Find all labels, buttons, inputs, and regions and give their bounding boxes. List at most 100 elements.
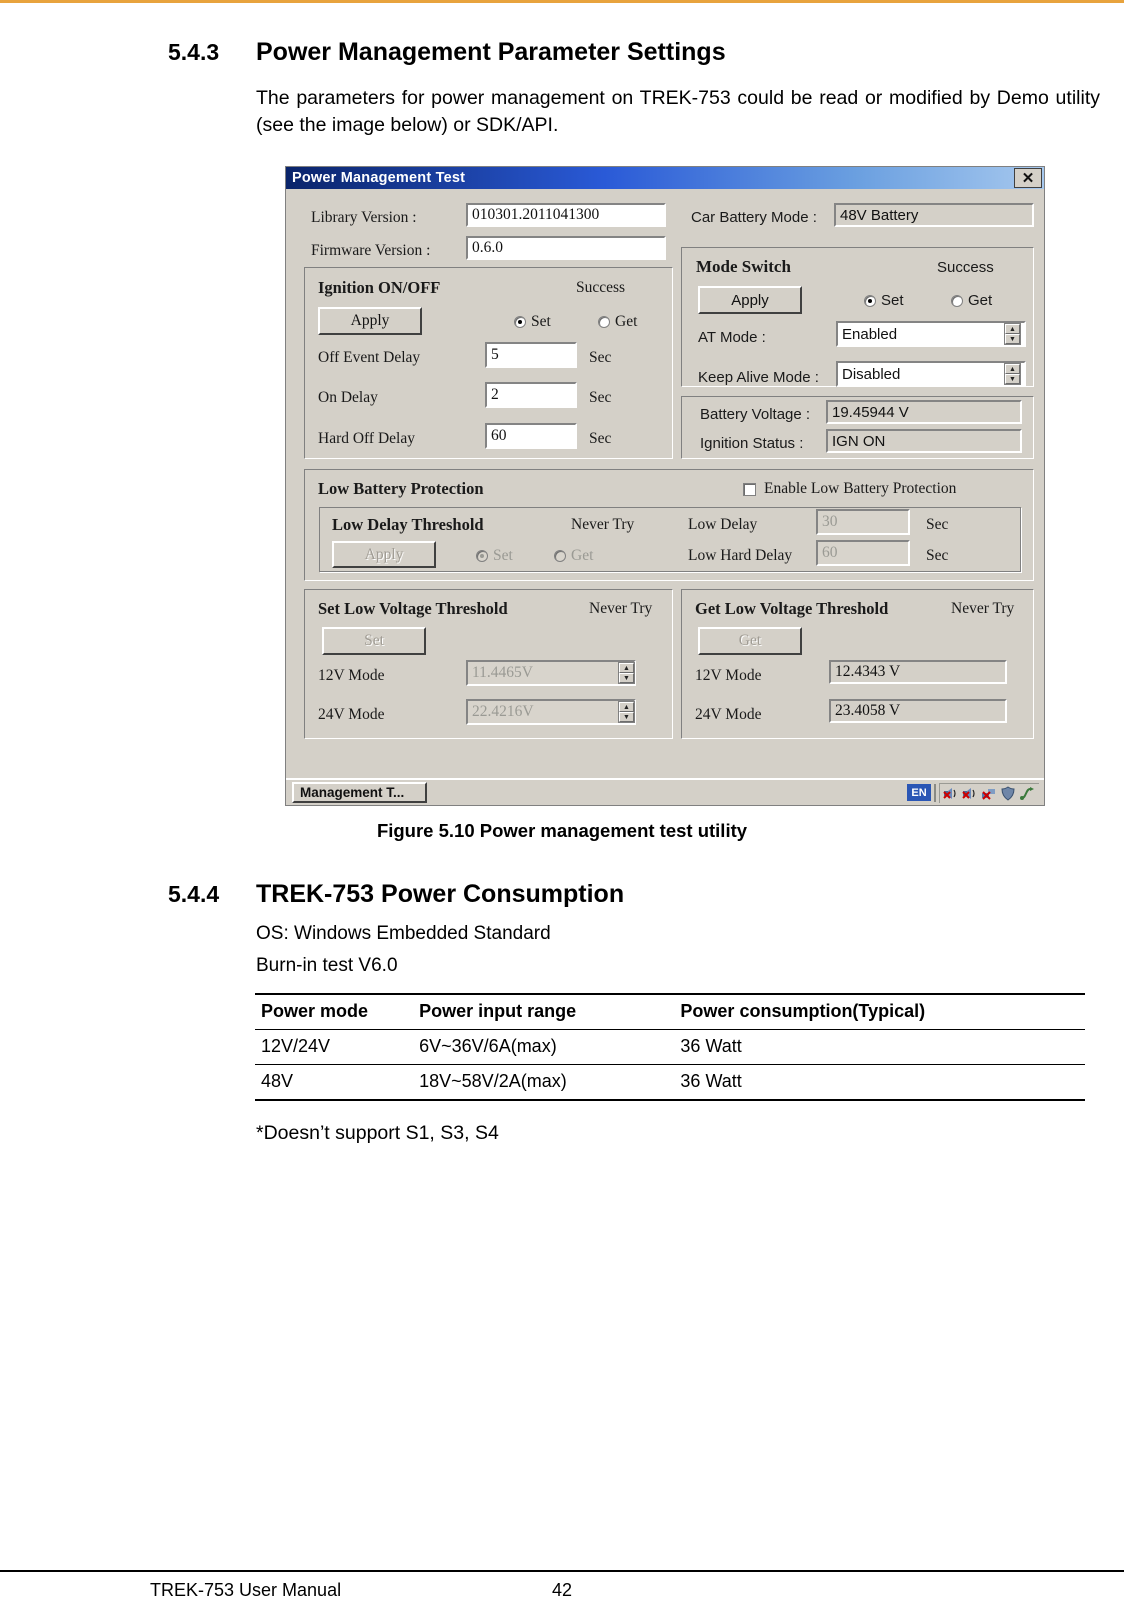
mode-switch-set-label: Set — [881, 292, 904, 309]
section-title-544: TREK-753 Power Consumption — [256, 880, 625, 908]
ignition-status-label: Ignition Status : — [700, 435, 804, 452]
on-delay-label: On Delay — [318, 389, 378, 406]
keep-alive-mode-value[interactable]: Disabled — [836, 361, 1026, 387]
keep-alive-mode-spinner[interactable]: ▲ ▼ — [1004, 363, 1021, 385]
usb-icon[interactable] — [1019, 786, 1036, 801]
ignition-get-radio[interactable]: Get — [598, 313, 637, 331]
window-client-area: Library Version : 010301.2011041300 Firm… — [286, 189, 1044, 805]
power-management-test-window: Power Management Test ✕ Library Version … — [285, 166, 1045, 806]
low-battery-apply-button[interactable]: Apply — [332, 541, 436, 568]
speaker-icon[interactable] — [962, 786, 979, 801]
firmware-version-value[interactable]: 0.6.0 — [466, 236, 666, 260]
get-low-voltage-get-button[interactable]: Get — [698, 627, 802, 655]
set-24v-mode-spinner[interactable]: ▲ ▼ — [618, 701, 635, 723]
enable-low-battery-protection-checkbox[interactable] — [743, 483, 756, 496]
ignition-onoff-title: Ignition ON/OFF — [318, 278, 441, 297]
table-header-row: Power mode Power input range Power consu… — [255, 993, 1085, 1030]
ignition-apply-button[interactable]: Apply — [318, 307, 422, 335]
shield-icon[interactable] — [1000, 785, 1017, 801]
mode-switch-get-radio[interactable]: Get — [951, 292, 992, 309]
footer-rule — [0, 1570, 1124, 1572]
ignition-set-radio[interactable]: Set — [514, 313, 551, 331]
set-low-voltage-set-button[interactable]: Set — [322, 627, 426, 655]
language-bar-icon[interactable]: EN — [907, 784, 931, 801]
table-header-input-range: Power input range — [413, 993, 675, 1030]
off-event-delay-unit: Sec — [589, 349, 612, 366]
low-delay-unit: Sec — [926, 516, 949, 533]
enable-low-battery-protection-label: Enable Low Battery Protection — [764, 480, 957, 497]
section-heading-543: 5.4.3 Power Management Parameter Setting… — [168, 38, 726, 67]
windows-taskbar: Management T... EN — [286, 778, 1044, 805]
low-delay-input[interactable]: 30 — [816, 509, 910, 535]
ignition-set-label: Set — [531, 313, 551, 330]
off-event-delay-input[interactable]: 5 — [485, 342, 577, 368]
spinner-up-icon[interactable]: ▲ — [1005, 364, 1020, 374]
get-12v-mode-value: 12.4343 V — [829, 660, 1007, 684]
set-24v-mode-input[interactable]: 22.4216V — [466, 699, 636, 725]
get-low-voltage-title: Get Low Voltage Threshold — [695, 599, 889, 618]
car-battery-mode-value[interactable]: 48V Battery — [834, 203, 1034, 227]
at-mode-label: AT Mode : — [698, 329, 766, 346]
firmware-version-label: Firmware Version : — [311, 242, 431, 259]
window-titlebar: Power Management Test ✕ — [286, 167, 1044, 189]
at-mode-value[interactable]: Enabled — [836, 321, 1026, 347]
support-note: *Doesn’t support S1, S3, S4 — [256, 1122, 499, 1144]
low-hard-delay-unit: Sec — [926, 547, 949, 564]
radio-dot-icon — [476, 550, 488, 562]
cell-consumption: 36 Watt — [674, 1064, 1085, 1101]
spinner-down-icon[interactable]: ▼ — [619, 673, 634, 683]
get-24v-mode-label: 24V Mode — [695, 706, 762, 723]
table-row: 48V 18V~58V/2A(max) 36 Watt — [255, 1064, 1085, 1101]
close-icon[interactable]: ✕ — [1014, 168, 1042, 188]
os-line: OS: Windows Embedded Standard — [256, 923, 551, 944]
system-tray: EN — [907, 782, 1044, 803]
hard-off-delay-unit: Sec — [589, 430, 612, 447]
spinner-up-icon[interactable]: ▲ — [1005, 324, 1020, 334]
cell-power-mode: 48V — [255, 1064, 414, 1101]
burnin-line: Burn-in test V6.0 — [256, 955, 398, 976]
low-battery-set-radio[interactable]: Set — [476, 547, 513, 565]
table-row: 12V/24V 6V~36V/6A(max) 36 Watt — [255, 1029, 1085, 1065]
get-24v-mode-value: 23.4058 V — [829, 699, 1007, 723]
section-543-paragraph: The parameters for power management on T… — [256, 87, 1100, 136]
set-12v-mode-label: 12V Mode — [318, 667, 385, 684]
table-header-consumption: Power consumption(Typical) — [674, 993, 1085, 1030]
low-battery-set-label: Set — [493, 547, 513, 564]
set-12v-mode-input[interactable]: 11.4465V — [466, 660, 636, 686]
section-title-543: Power Management Parameter Settings — [256, 38, 726, 66]
speaker-icon[interactable] — [943, 786, 960, 801]
battery-voltage-label: Battery Voltage : — [700, 406, 811, 423]
table-header-power-mode: Power mode — [255, 993, 414, 1030]
hard-off-delay-label: Hard Off Delay — [318, 430, 415, 447]
cell-consumption: 36 Watt — [674, 1029, 1085, 1065]
spinner-down-icon[interactable]: ▼ — [1005, 334, 1020, 344]
at-mode-spinner[interactable]: ▲ ▼ — [1004, 323, 1021, 345]
network-icon[interactable] — [981, 786, 998, 801]
power-consumption-table: Power mode Power input range Power consu… — [255, 993, 1085, 1101]
set-low-voltage-status: Never Try — [589, 600, 653, 617]
hard-off-delay-input[interactable]: 60 — [485, 423, 577, 449]
low-hard-delay-label: Low Hard Delay — [688, 547, 793, 564]
radio-dot-icon — [554, 550, 566, 562]
mode-switch-apply-button[interactable]: Apply — [698, 286, 802, 314]
cell-input-range: 6V~36V/6A(max) — [413, 1029, 675, 1065]
spinner-up-icon[interactable]: ▲ — [619, 702, 634, 712]
ignition-onoff-status: Success — [576, 279, 626, 296]
low-hard-delay-input[interactable]: 60 — [816, 540, 910, 566]
tray-divider — [934, 783, 936, 802]
spinner-down-icon[interactable]: ▼ — [619, 712, 634, 722]
radio-dot-icon — [951, 294, 963, 307]
on-delay-input[interactable]: 2 — [485, 382, 577, 408]
low-battery-get-radio[interactable]: Get — [554, 547, 593, 565]
low-battery-protection-title: Low Battery Protection — [318, 479, 484, 498]
library-version-label: Library Version : — [311, 209, 417, 226]
low-battery-get-label: Get — [571, 547, 594, 564]
figure-caption: Figure 5.10 Power management test utilit… — [376, 820, 748, 841]
taskbar-window-button[interactable]: Management T... — [292, 782, 427, 803]
footer-page-number: 42 — [551, 1580, 573, 1600]
library-version-value[interactable]: 010301.2011041300 — [466, 203, 666, 227]
spinner-down-icon[interactable]: ▼ — [1005, 374, 1020, 384]
set-12v-mode-spinner[interactable]: ▲ ▼ — [618, 662, 635, 684]
mode-switch-set-radio[interactable]: Set — [864, 292, 904, 309]
spinner-up-icon[interactable]: ▲ — [619, 663, 634, 673]
